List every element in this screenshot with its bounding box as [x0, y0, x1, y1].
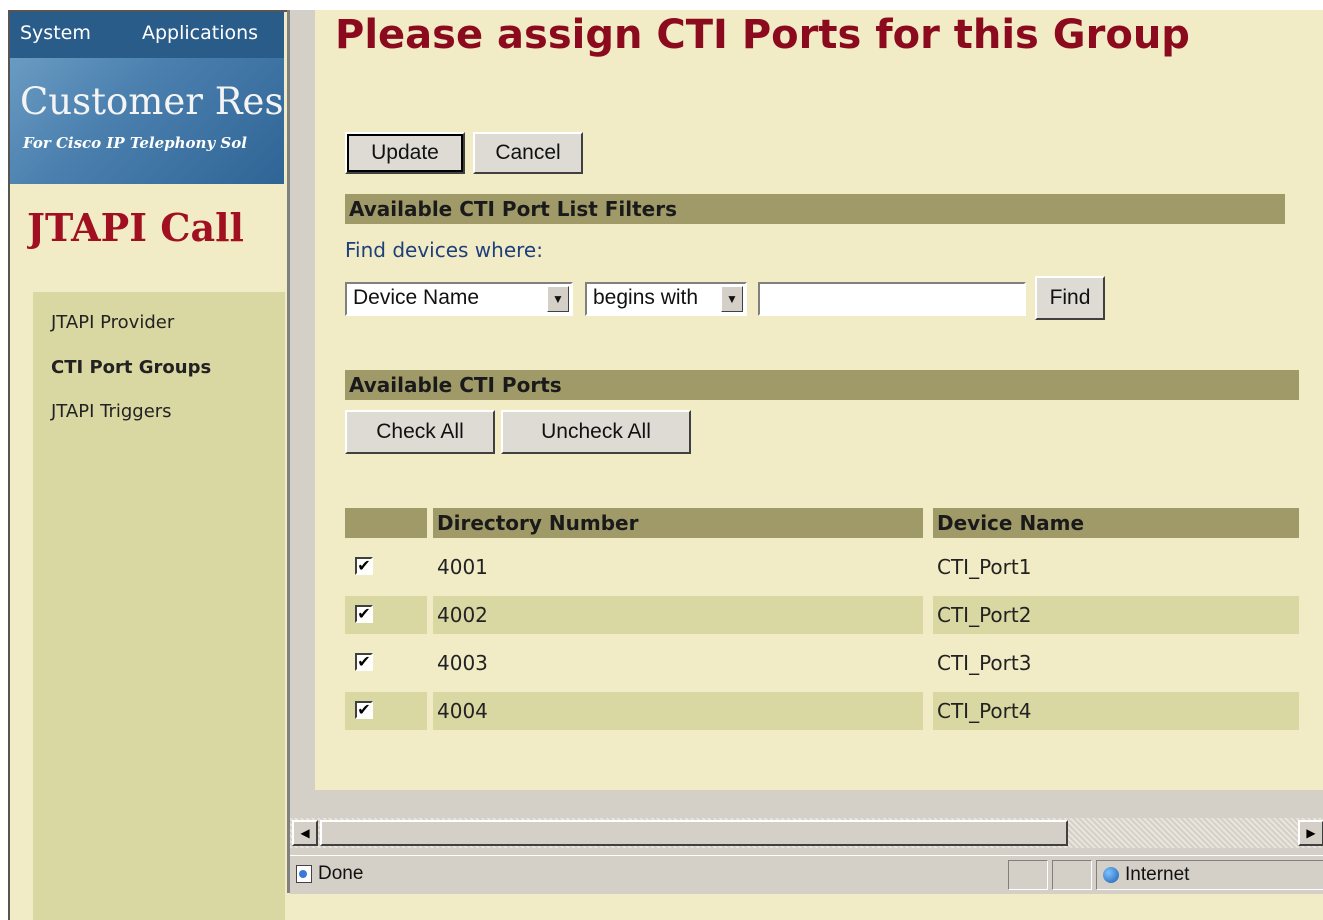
- cancel-button[interactable]: Cancel: [473, 132, 583, 174]
- page-title: Please assign CTI Ports for this Group: [335, 12, 1190, 58]
- find-label: Find devices where:: [345, 238, 543, 262]
- table-row-checkbox-cell: ✔: [345, 596, 427, 634]
- left-page-title: JTAPI Call: [27, 205, 244, 250]
- row-checkbox[interactable]: ✔: [355, 605, 373, 623]
- ports-header: Available CTI Ports: [345, 370, 1299, 400]
- directory-number-cell: 4002: [433, 596, 923, 634]
- banner-subtitle: For Cisco IP Telephony Sol: [23, 134, 247, 152]
- find-button[interactable]: Find: [1035, 276, 1105, 320]
- top-nav: System Applications: [10, 12, 284, 58]
- scroll-left-icon[interactable]: ◀: [292, 820, 318, 846]
- globe-icon: [1103, 866, 1119, 883]
- device-name-cell: CTI_Port1: [937, 555, 1032, 579]
- scroll-right-icon[interactable]: ▶: [1298, 820, 1323, 846]
- app-banner: Customer Res For Cisco IP Telephony Sol: [10, 58, 284, 184]
- sidebar-item-jtapi-triggers[interactable]: JTAPI Triggers: [51, 401, 172, 422]
- directory-number-cell: 4004: [433, 692, 923, 730]
- operator-select[interactable]: begins with ▼: [585, 282, 747, 316]
- status-pane-empty: [1008, 860, 1048, 890]
- popup-content: Please assign CTI Ports for this Group U…: [315, 10, 1323, 790]
- table-row-checkbox-cell: ✔: [345, 692, 427, 730]
- row-checkbox[interactable]: ✔: [355, 557, 373, 575]
- operator-select-value: begins with: [593, 286, 699, 309]
- directory-number-cell: 4003: [437, 651, 488, 675]
- uncheck-all-button[interactable]: Uncheck All: [501, 410, 691, 454]
- chevron-down-icon[interactable]: ▼: [721, 286, 743, 312]
- popup-window: Please assign CTI Ports for this Group U…: [287, 10, 1323, 894]
- row-checkbox[interactable]: ✔: [355, 701, 373, 719]
- zone-text: Internet: [1125, 864, 1190, 885]
- status-pane: Done: [292, 860, 1006, 890]
- status-bar: Done Internet: [290, 855, 1323, 894]
- table-row-checkbox-cell: ✔: [345, 548, 427, 586]
- column-header-directory-number: Directory Number: [433, 508, 923, 538]
- update-button[interactable]: Update: [345, 132, 465, 174]
- zone-pane: Internet: [1096, 860, 1323, 890]
- check-all-button[interactable]: Check All: [345, 410, 495, 454]
- table-row-checkbox-cell: ✔: [345, 644, 427, 682]
- status-text: Done: [318, 863, 364, 884]
- sidebar-item-jtapi-provider[interactable]: JTAPI Provider: [51, 312, 174, 333]
- sidebar: JTAPI Provider CTI Port Groups JTAPI Tri…: [33, 292, 285, 920]
- horizontal-scrollbar[interactable]: ◀ ▶: [290, 818, 1323, 848]
- page-icon: [296, 864, 312, 883]
- directory-number-cell: 4001: [437, 555, 488, 579]
- column-header-select: [345, 508, 427, 538]
- field-select-value: Device Name: [353, 286, 480, 309]
- nav-applications[interactable]: Applications: [142, 22, 258, 44]
- device-name-cell: CTI_Port3: [937, 651, 1032, 675]
- field-select[interactable]: Device Name ▼: [345, 282, 573, 316]
- nav-system[interactable]: System: [20, 22, 91, 44]
- search-input[interactable]: [758, 282, 1026, 316]
- sidebar-item-cti-port-groups[interactable]: CTI Port Groups: [51, 357, 211, 378]
- scroll-thumb[interactable]: [320, 820, 1068, 846]
- filters-header: Available CTI Port List Filters: [345, 194, 1285, 224]
- device-name-cell: CTI_Port4: [933, 692, 1299, 730]
- status-pane-empty: [1052, 860, 1092, 890]
- chevron-down-icon[interactable]: ▼: [547, 286, 569, 312]
- device-name-cell: CTI_Port2: [933, 596, 1299, 634]
- banner-title: Customer Res: [20, 80, 284, 123]
- row-checkbox[interactable]: ✔: [355, 653, 373, 671]
- column-header-device-name: Device Name: [933, 508, 1299, 538]
